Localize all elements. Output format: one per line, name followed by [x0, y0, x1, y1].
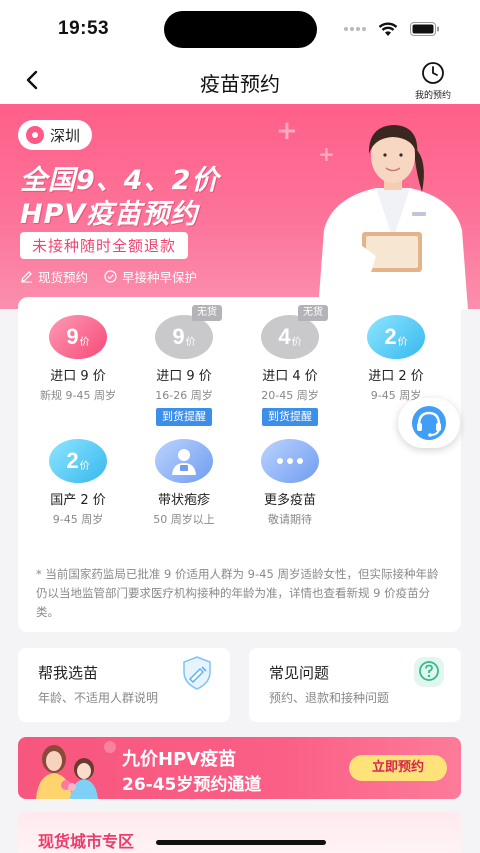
vaccine-name: 更多疫苗 — [263, 493, 316, 508]
vaccine-valence: 4 — [278, 324, 291, 349]
vaccine-valence: 2 — [66, 448, 79, 473]
more-dots-icon — [277, 458, 303, 464]
faq-card[interactable]: 常见问题 预约、退款和接种问题 — [249, 648, 461, 722]
page-title: 疫苗预约 — [200, 72, 280, 96]
vaccine-badge-circle: 2价 — [49, 439, 107, 483]
pencil-icon — [21, 271, 32, 283]
question-icon — [414, 657, 444, 687]
status-time: 19:53 — [58, 18, 110, 39]
location-pin-icon — [26, 126, 44, 144]
promo-subtitle: 26-45岁预约通道 — [122, 775, 262, 795]
vaccine-age: 50 周岁以上 — [153, 513, 215, 526]
hero-tag-instock: 现货预约 — [20, 267, 88, 286]
vaccine-age: 新规 9-45 周岁 — [40, 389, 116, 402]
vaccine-badge-circle: 4价 — [261, 315, 319, 359]
help-card-subtitle: 预约、退款和接种问题 — [269, 691, 390, 705]
soldout-badge: 无货 — [298, 305, 328, 321]
clock-icon — [422, 62, 444, 84]
hero-tag-early: 早接种早保护 — [104, 267, 197, 286]
headset-icon — [412, 406, 446, 440]
vaccine-age: 20-45 周岁 — [261, 389, 319, 402]
check-circle-icon — [104, 270, 117, 283]
soldout-badge: 无货 — [192, 305, 222, 321]
vaccine-age: 16-26 周岁 — [155, 389, 213, 402]
vaccine-valence: 9 — [172, 324, 185, 349]
status-icons — [344, 21, 440, 37]
customer-service-button[interactable] — [398, 398, 460, 448]
vaccine-badge-circle: 9价 — [155, 315, 213, 359]
promo-banner[interactable]: 九价HPV疫苗 26-45岁预约通道 立即预约 — [18, 737, 461, 799]
vaccine-unit: 价 — [185, 336, 196, 348]
vaccine-name: 进口 9 价 — [50, 369, 106, 384]
city-selector[interactable]: 深圳 — [18, 120, 93, 150]
my-appointments-label: 我的预约 — [414, 91, 451, 101]
vaccine-age: 9-45 周岁 — [52, 513, 104, 526]
help-choose-vaccine-card[interactable]: 帮我选苗 年龄、不适用人群说明 — [18, 648, 230, 722]
vaccine-item-import-4[interactable]: 4价 无货 进口 4 价 20-45 周岁 到货提醒 — [240, 305, 340, 426]
section-title: 现货城市专区 — [38, 832, 135, 851]
vaccine-unit: 价 — [79, 460, 90, 472]
vaccine-name: 带状疱疹 — [157, 493, 210, 508]
hero-headline-2: HPV疫苗预约 — [20, 199, 199, 230]
vaccine-badge-circle — [261, 439, 319, 483]
help-card-title: 常见问题 — [269, 664, 330, 682]
vaccine-unit: 价 — [291, 336, 302, 348]
vaccine-item-shingles[interactable]: 带状疱疹 50 周岁以上 — [134, 439, 234, 527]
vaccine-badge-circle — [155, 439, 213, 483]
vaccine-age: 敬请期待 — [268, 513, 312, 526]
home-indicator — [156, 840, 326, 845]
vaccine-badge-circle: 9价 — [49, 315, 107, 359]
vaccine-valence: 2 — [384, 324, 397, 349]
hero-tag-label: 现货预约 — [38, 270, 89, 285]
book-now-button[interactable]: 立即预约 — [349, 755, 447, 781]
person-icon — [172, 449, 196, 475]
vaccine-item-import-9[interactable]: 9价 进口 9 价 新规 9-45 周岁 — [28, 315, 128, 403]
vaccine-item-domestic-2[interactable]: 2价 国产 2 价 9-45 周岁 — [28, 439, 128, 527]
plus-decoration: + — [276, 116, 298, 146]
in-stock-city-section: 现货城市专区 — [18, 812, 461, 853]
dynamic-island — [164, 11, 317, 48]
vaccine-item-import-9-young[interactable]: 9价 无货 进口 9 价 16-26 周岁 到货提醒 — [134, 305, 234, 426]
vaccine-card: 9价 进口 9 价 新规 9-45 周岁 9价 无货 进口 9 价 16-26 … — [18, 297, 461, 632]
city-name: 深圳 — [50, 126, 81, 145]
my-appointments-button[interactable]: 我的预约 — [410, 61, 456, 101]
promo-title: 九价HPV疫苗 — [122, 749, 237, 770]
age-policy-note: * 当前国家药监局已批准 9 价适用人群为 9-45 周岁适龄女性，但实际接种年… — [36, 567, 439, 619]
vaccine-name: 进口 4 价 — [262, 369, 318, 384]
help-card-title: 帮我选苗 — [38, 664, 99, 682]
vaccine-item-import-2[interactable]: 2价 进口 2 价 9-45 周岁 — [346, 315, 446, 403]
refund-badge: 未接种随时全额退款 — [20, 232, 189, 259]
wifi-icon — [378, 22, 398, 36]
vaccine-item-more[interactable]: 更多疫苗 敬请期待 — [240, 439, 340, 527]
vaccine-name: 进口 9 价 — [156, 369, 212, 384]
restock-notify-button[interactable]: 到货提醒 — [156, 408, 212, 426]
nav-bar: 疫苗预约 我的预约 — [0, 56, 480, 104]
vaccine-name: 国产 2 价 — [50, 493, 106, 508]
help-card-subtitle: 年龄、不适用人群说明 — [38, 691, 159, 705]
vaccine-unit: 价 — [79, 336, 90, 348]
vaccine-unit: 价 — [397, 336, 408, 348]
battery-icon — [410, 22, 439, 36]
status-bar: 19:53 — [0, 0, 480, 56]
restock-notify-button[interactable]: 到货提醒 — [262, 408, 318, 426]
signal-icon — [344, 27, 366, 31]
vaccine-name: 进口 2 价 — [368, 369, 424, 384]
hero-tags: 现货预约 早接种早保护 — [20, 267, 197, 286]
vaccine-shield-icon — [183, 656, 211, 690]
doctor-illustration — [318, 125, 468, 310]
mother-daughter-illustration — [36, 741, 116, 799]
hero-tag-label: 早接种早保护 — [122, 270, 198, 285]
vaccine-valence: 9 — [66, 324, 79, 349]
vaccine-badge-circle: 2价 — [367, 315, 425, 359]
